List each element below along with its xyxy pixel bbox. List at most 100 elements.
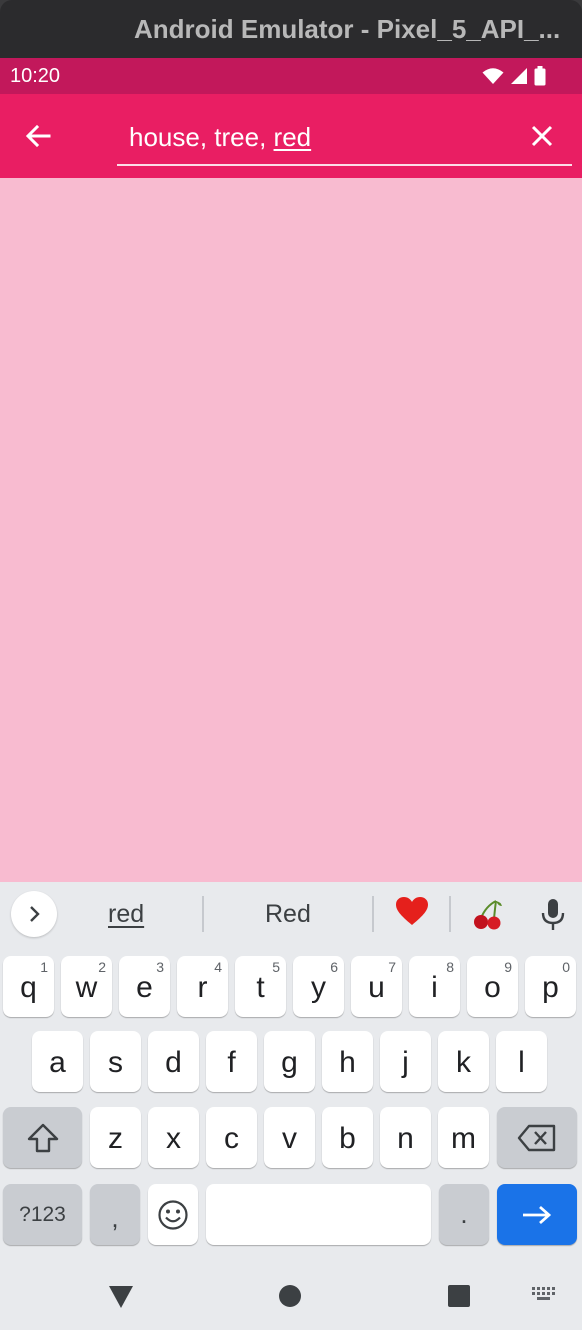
status-icons (482, 66, 546, 86)
back-button[interactable] (20, 118, 56, 154)
clear-search-button[interactable] (524, 118, 560, 154)
search-input-text: house, tree, red (129, 122, 311, 153)
suggestion-divider (372, 896, 374, 932)
keyboard-switcher-button[interactable] (531, 1286, 557, 1311)
cherries-icon (474, 900, 502, 930)
key-m[interactable]: m (438, 1107, 489, 1168)
key-c[interactable]: c (206, 1107, 257, 1168)
toolbar-expand-button[interactable] (11, 891, 57, 937)
key-m-label: m (451, 1121, 476, 1155)
key-y[interactable]: 6y (293, 956, 344, 1017)
key-g-label: g (281, 1045, 298, 1079)
emoji-key[interactable] (148, 1184, 198, 1245)
search-input[interactable]: house, tree, red (117, 110, 572, 166)
key-q-hint: 1 (40, 959, 48, 975)
search-composing-text: red (273, 122, 312, 152)
nav-recents-square-icon (448, 1285, 470, 1307)
enter-key[interactable] (497, 1184, 577, 1245)
key-o[interactable]: 9o (467, 956, 518, 1017)
key-f[interactable]: f (206, 1031, 257, 1092)
search-committed-text: house, tree, (129, 122, 274, 152)
key-z[interactable]: z (90, 1107, 141, 1168)
emoji-icon (158, 1199, 188, 1230)
key-p-hint: 0 (562, 959, 570, 975)
key-o-label: o (484, 970, 501, 1004)
key-l[interactable]: l (496, 1031, 547, 1092)
key-x-label: x (166, 1121, 181, 1155)
status-time: 10:20 (10, 65, 61, 87)
key-s[interactable]: s (90, 1031, 141, 1092)
key-q-label: q (20, 970, 37, 1004)
suggestion-strip: red Red (0, 882, 582, 948)
backspace-key[interactable] (497, 1107, 577, 1168)
key-y-label: y (311, 970, 326, 1004)
key-r[interactable]: 4r (177, 956, 228, 1017)
key-b[interactable]: b (322, 1107, 373, 1168)
status-bar: 10:20 (0, 58, 582, 94)
period-key-label: . (460, 1199, 468, 1229)
keyboard-icon (532, 1287, 555, 1300)
key-e-label: e (136, 970, 153, 1004)
key-d-label: d (165, 1045, 182, 1079)
arrow-back-icon (25, 124, 51, 148)
key-w-hint: 2 (98, 959, 106, 975)
key-h-label: h (339, 1045, 356, 1079)
suggestion-red-lower[interactable]: red (108, 900, 144, 929)
comma-key-label: , (111, 1203, 119, 1233)
key-t-label: t (256, 970, 265, 1004)
key-a-label: a (49, 1045, 66, 1079)
key-i[interactable]: 8i (409, 956, 460, 1017)
key-k-label: k (456, 1045, 471, 1079)
key-r-hint: 4 (214, 959, 222, 975)
key-u-hint: 7 (388, 959, 396, 975)
results-area (0, 178, 582, 882)
key-a[interactable]: a (32, 1031, 83, 1092)
key-w[interactable]: 2w (61, 956, 112, 1017)
comma-key[interactable]: , (90, 1184, 140, 1245)
key-t[interactable]: 5t (235, 956, 286, 1017)
nav-recents-button[interactable] (447, 1284, 471, 1313)
key-g[interactable]: g (264, 1031, 315, 1092)
key-s-label: s (108, 1045, 123, 1079)
key-h[interactable]: h (322, 1031, 373, 1092)
key-k[interactable]: k (438, 1031, 489, 1092)
suggestion-red-capital[interactable]: Red (265, 900, 311, 929)
key-b-label: b (339, 1121, 356, 1155)
key-d[interactable]: d (148, 1031, 199, 1092)
nav-back-button[interactable] (107, 1284, 135, 1315)
suggestion-divider (202, 896, 204, 932)
shift-key[interactable] (3, 1107, 82, 1168)
key-j-label: j (402, 1045, 409, 1079)
period-key[interactable]: . (439, 1184, 489, 1245)
key-e[interactable]: 3e (119, 956, 170, 1017)
key-x[interactable]: x (148, 1107, 199, 1168)
arrow-right-icon (523, 1205, 552, 1224)
key-w-label: w (75, 970, 98, 1004)
key-r-label: r (197, 970, 208, 1004)
nav-home-button[interactable] (278, 1284, 302, 1313)
shift-icon (27, 1123, 58, 1152)
key-u[interactable]: 7u (351, 956, 402, 1017)
close-icon (531, 125, 553, 147)
cellular-signal-icon (511, 68, 527, 84)
voice-input-button[interactable] (540, 898, 566, 937)
space-key[interactable] (206, 1184, 431, 1245)
suggestion-heart-emoji[interactable] (395, 896, 429, 934)
key-n[interactable]: n (380, 1107, 431, 1168)
key-v-label: v (282, 1121, 297, 1155)
key-i-label: i (431, 970, 438, 1004)
heart-icon (396, 897, 428, 925)
nav-home-circle-icon (279, 1285, 301, 1307)
key-y-hint: 6 (330, 959, 338, 975)
suggestion-cherry-emoji[interactable] (472, 898, 504, 938)
symbols-key[interactable]: ?123 (3, 1184, 82, 1245)
key-l-label: l (518, 1045, 525, 1079)
emulator-title-bar: Android Emulator - Pixel_5_API_... (0, 0, 582, 58)
key-v[interactable]: v (264, 1107, 315, 1168)
key-j[interactable]: j (380, 1031, 431, 1092)
battery-icon (534, 66, 546, 86)
key-p[interactable]: 0p (525, 956, 576, 1017)
microphone-icon (541, 899, 565, 930)
window-title: Android Emulator - Pixel_5_API_... (134, 14, 561, 44)
key-q[interactable]: 1q (3, 956, 54, 1017)
